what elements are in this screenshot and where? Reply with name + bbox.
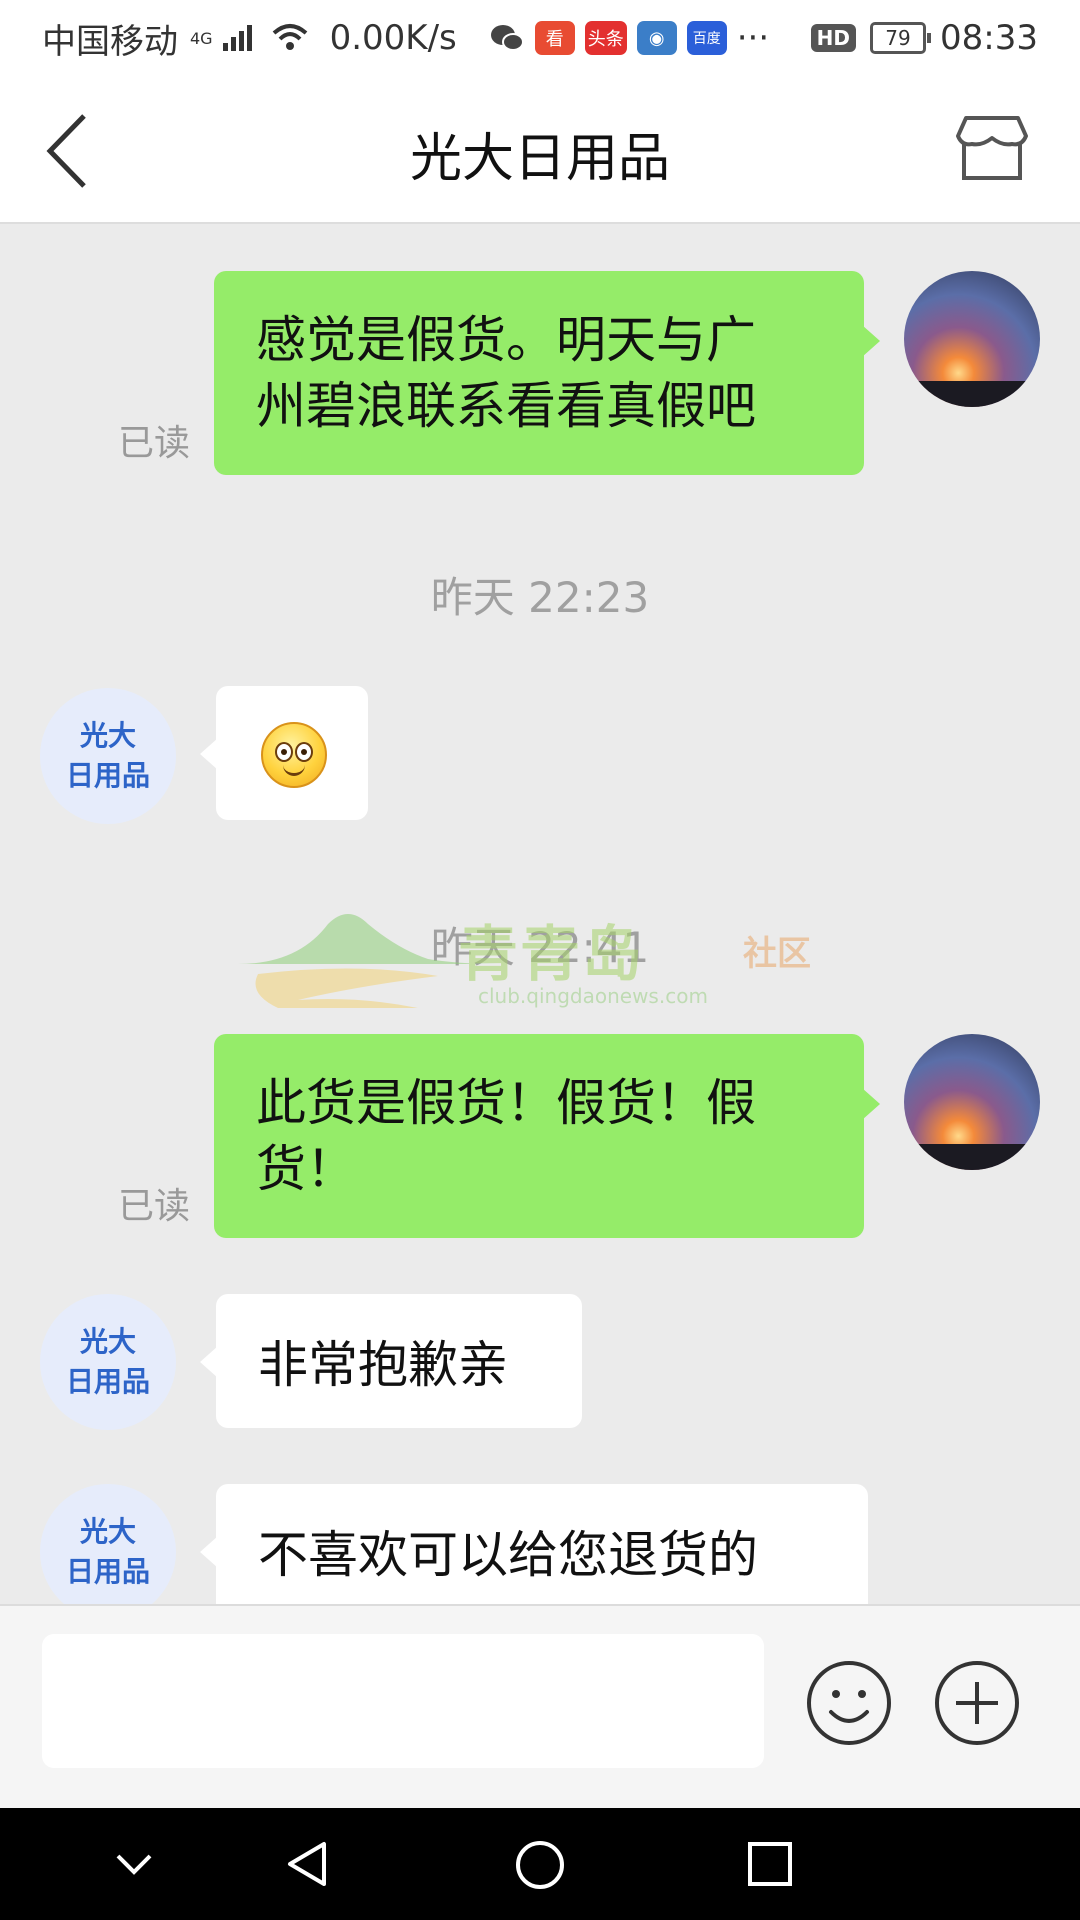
shop-avatar-line1: 光大 [79,1325,136,1358]
shop-avatar-line2: 日用品 [65,759,150,792]
home-circle-icon[interactable] [513,1838,567,1892]
shop-avatar-line2: 日用品 [65,1555,150,1588]
message-text: 州碧浪联系看看真假吧 [256,377,756,435]
shop-avatar[interactable]: 光大 日用品 [40,688,176,824]
chevron-down-icon[interactable] [108,1838,160,1890]
signal-icon [222,25,252,51]
toutiao-icon: 头条 [584,21,627,55]
shop-avatar-line1: 光大 [79,719,136,752]
shop-avatar[interactable]: 光大 日用品 [40,1294,176,1430]
battery-level: 79 [885,26,911,50]
message-bubble[interactable] [200,686,368,820]
message-text: 不喜欢可以给您退货的 [258,1526,758,1584]
watermark-url: club.qingdaonews.com [478,984,708,1008]
clock: 08:33 [940,18,1038,58]
input-bar [0,1604,1080,1808]
wifi-icon [272,24,307,50]
my-avatar[interactable] [904,271,1040,407]
battery-icon: 79 [870,22,932,54]
message-bubble[interactable]: 非常抱歉亲 [200,1294,582,1428]
shop-avatar-line2: 日用品 [65,1365,150,1398]
timestamp: 昨天 22:41 [430,923,650,972]
message-bubble[interactable]: 此货是假货！假货！假 货！ [214,1034,880,1238]
recents-square-icon[interactable] [744,1838,796,1890]
network-type: 4G [190,28,213,48]
message-input[interactable] [42,1634,764,1768]
message-row: 此货是假货！假货！假 货！ 已读 [0,1034,1080,1244]
hd-badge: HD [810,24,857,52]
message-text: 非常抱歉亲 [258,1336,508,1394]
message-bubble[interactable]: 感觉是假货。明天与广 州碧浪联系看看真假吧 [214,271,880,475]
wechat-icon [490,25,524,51]
smiley-icon[interactable] [804,1658,894,1748]
plus-circle-icon[interactable] [932,1658,1022,1748]
shop-avatar[interactable]: 光大 日用品 [40,1484,176,1604]
timestamp: 昨天 22:23 [430,573,650,622]
message-bubble[interactable]: 不喜欢可以给您退货的 [200,1484,868,1604]
baidu-icon: 百度 [686,21,727,55]
message-row: 光大日用品 非常抱歉亲 [0,1294,1080,1434]
kan-app-icon: 看 [534,21,575,55]
message-text: 感觉是假货。明天与广 [256,311,756,369]
more-notifications: ··· [736,18,770,58]
network-speed: 0.00K/s [329,18,457,58]
flushed-smile-emoji [261,722,327,788]
read-status: 已读 [118,1186,191,1227]
chat-header: 光大日用品 [0,76,1080,224]
chat-messages[interactable]: 感觉是假货。明天与广 州碧浪联系看看真假吧 已读 昨天 22:23 光大日用品 … [0,224,1080,1604]
read-status: 已读 [118,423,191,464]
message-text: 货！ [256,1140,356,1198]
back-triangle-icon[interactable] [282,1838,334,1890]
status-bar: 中国移动 4G 0.00K/s 看 头条 ◉ 百度 ··· HD 79 08:3… [0,0,1080,76]
page-title: 光大日用品 [409,129,670,189]
carrier-label: 中国移动 [42,21,178,62]
message-row: 光大日用品 不喜欢可以给您退货的 [0,1484,1080,1604]
message-row: 感觉是假货。明天与广 州碧浪联系看看真假吧 已读 [0,271,1080,481]
message-text: 此货是假货！假货！假 [256,1074,756,1132]
message-row: 光大 日用品 [0,686,1080,828]
store-icon[interactable] [956,112,1028,184]
my-avatar[interactable] [904,1034,1040,1170]
system-navigation-bar [0,1808,1080,1920]
shop-avatar-line1: 光大 [79,1515,136,1548]
eye-app-icon: ◉ [636,21,677,55]
